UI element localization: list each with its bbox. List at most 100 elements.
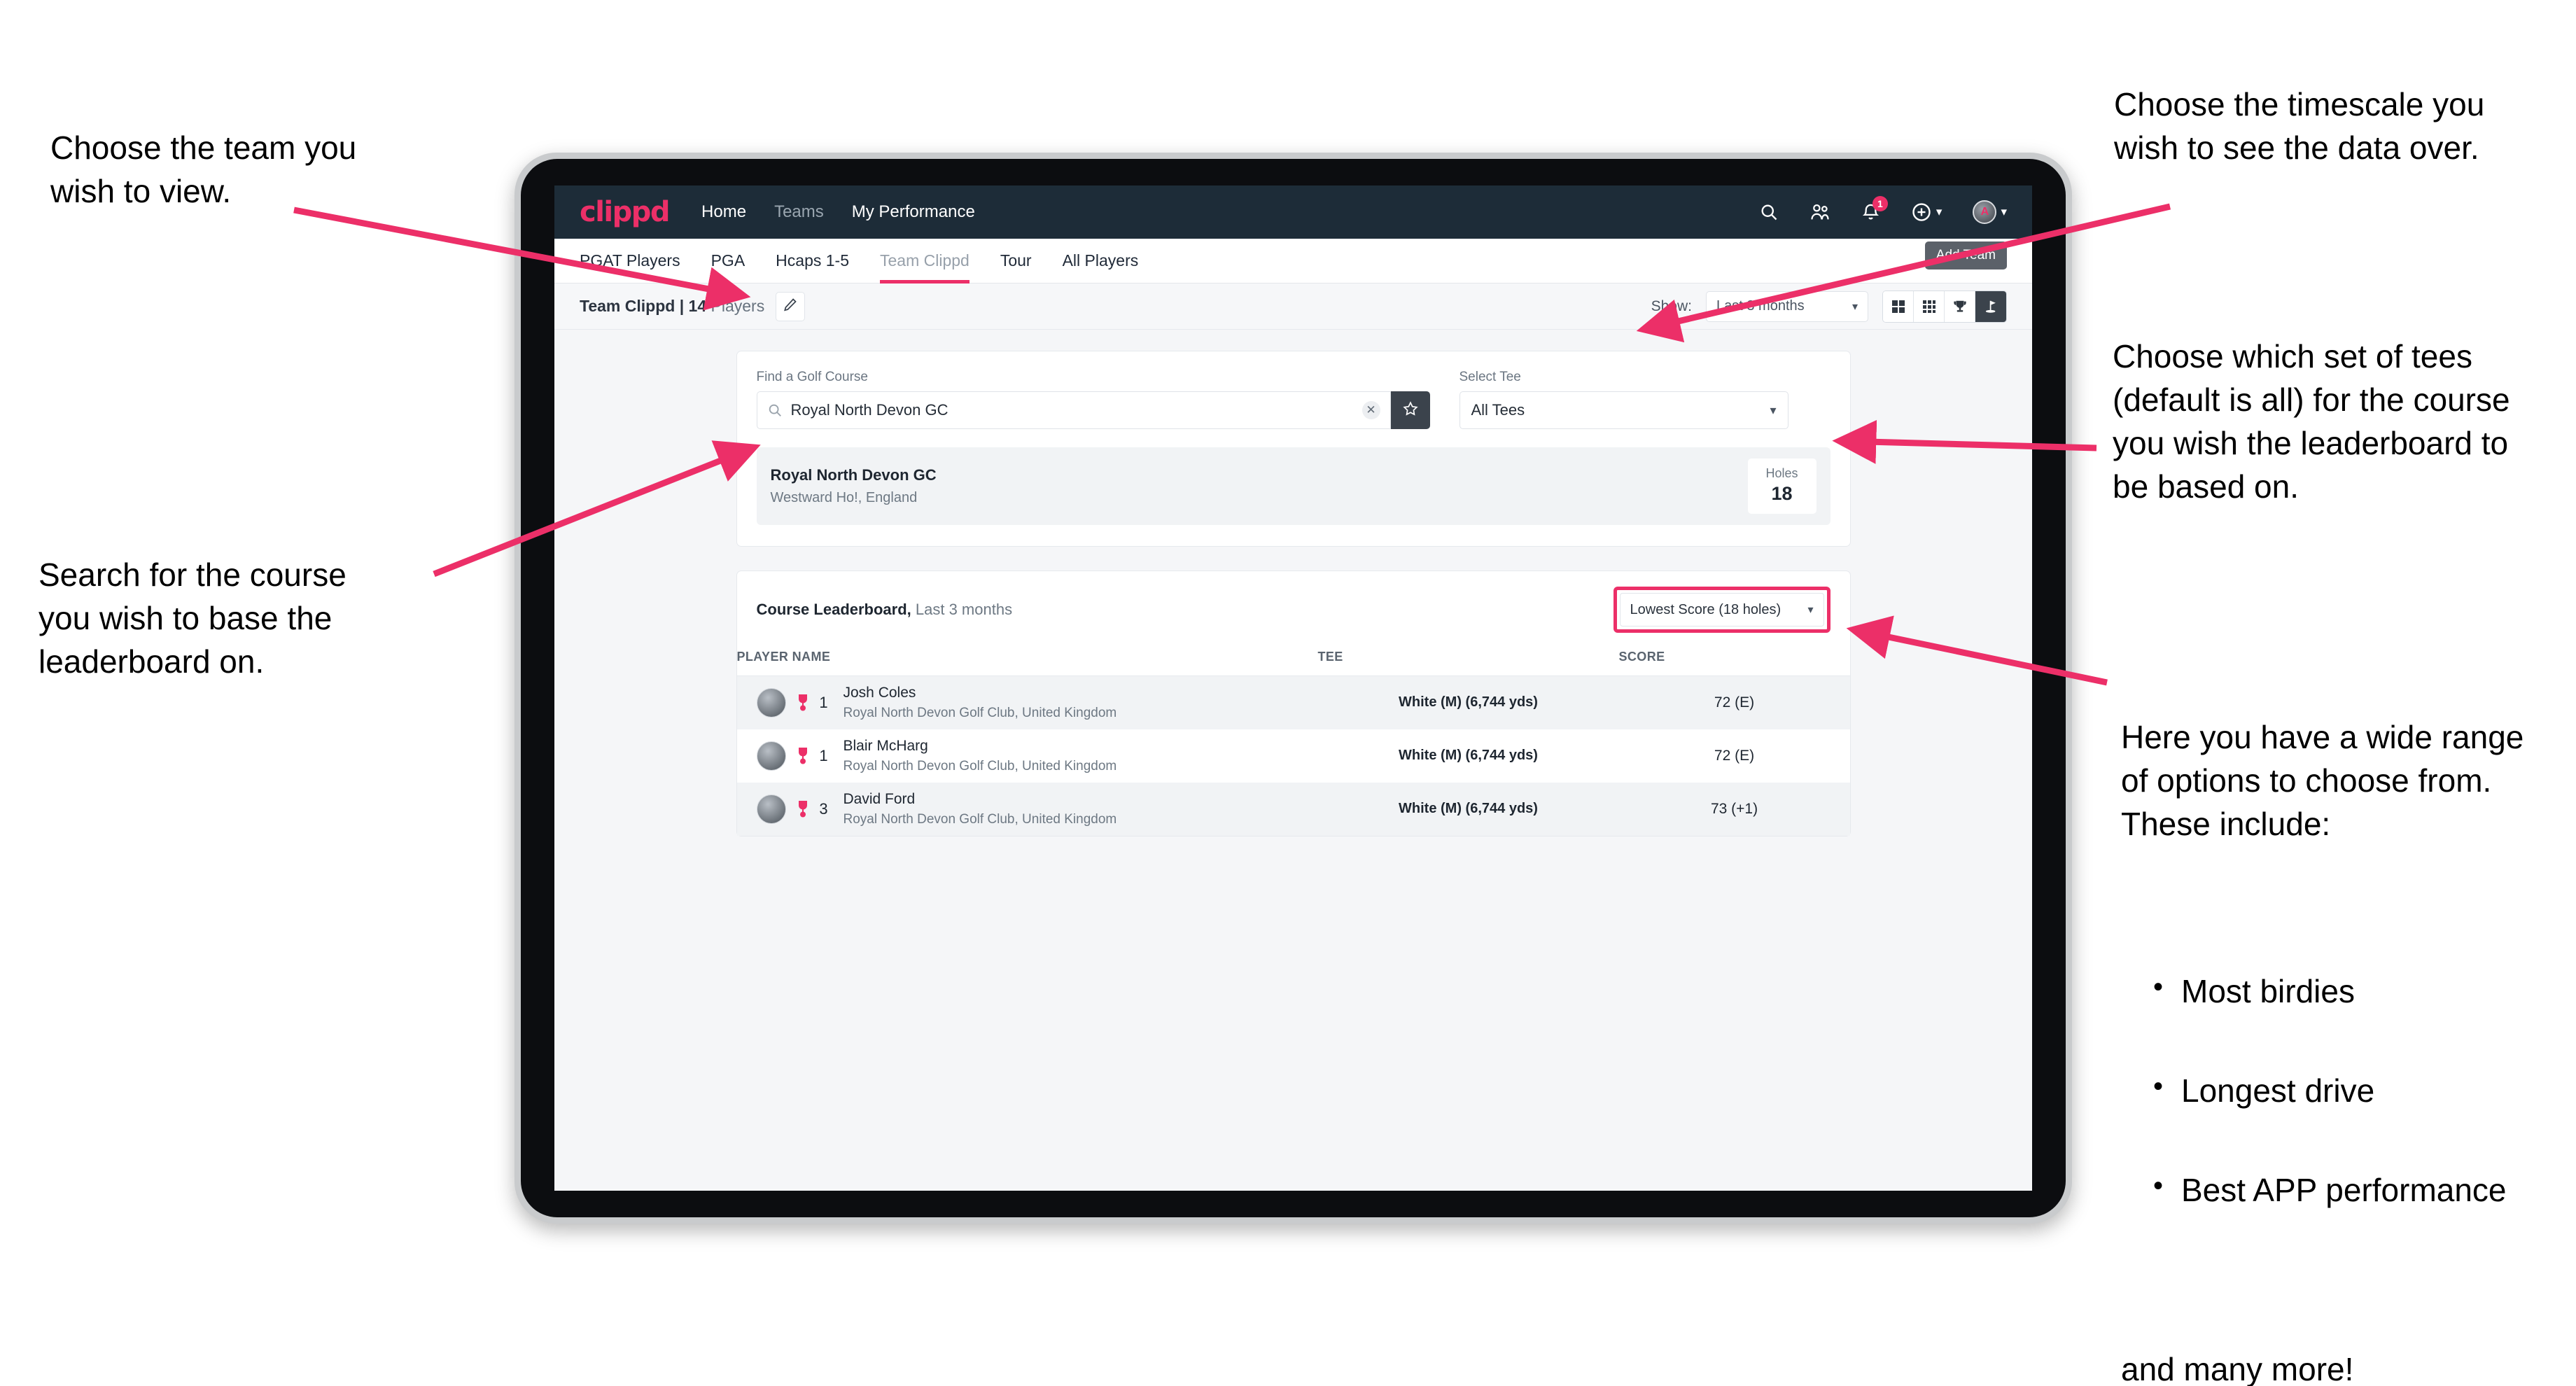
course-leaderboard-card: Course Leaderboard, Last 3 months Lowest… (736, 570, 1851, 836)
page-root: Choose the team you wish to view. Search… (0, 0, 2576, 1386)
select-tee-field: Select Tee All Tees ▾ (1459, 370, 1788, 429)
tab-team-clippd[interactable]: Team Clippd (880, 239, 969, 284)
player-club: Royal North Devon Golf Club, United King… (843, 705, 1117, 720)
tab-pgat-players[interactable]: PGAT Players (580, 239, 680, 284)
chevron-down-icon[interactable]: ▾ (1936, 205, 1942, 219)
find-course-label: Find a Golf Course (756, 370, 868, 384)
star-icon (1402, 400, 1419, 421)
close-icon[interactable]: ✕ (1362, 401, 1380, 419)
list-item: Longest drive (2149, 1068, 2576, 1112)
course-search-input[interactable]: Royal North Devon GC ✕ (756, 391, 1391, 429)
player-name: David Ford (843, 790, 916, 807)
medal-icon (796, 694, 810, 712)
leaderboard-sort-select[interactable]: Lowest Score (18 holes) ▾ (1619, 593, 1824, 626)
player-cell: 1 Blair McHarg Royal North Devon Golf Cl… (737, 729, 1318, 783)
course-result-location: Westward Ho!, England (770, 490, 918, 505)
player-club: Royal North Devon Golf Club, United King… (843, 811, 1117, 827)
bell-icon[interactable]: 1 (1861, 196, 1888, 222)
holes-value: 18 (1771, 483, 1793, 504)
player-cell: 3 David Ford Royal North Devon Golf Club… (737, 783, 1318, 836)
tee-select-value: All Tees (1471, 401, 1525, 419)
team-separator: | (675, 297, 689, 315)
edit-team-button[interactable] (776, 291, 806, 321)
main-content: Find a Golf Course Royal North Devon GC … (554, 330, 2032, 836)
leaderboard-sort-value: Lowest Score (18 holes) (1630, 601, 1782, 617)
player-rank: 1 (819, 746, 828, 764)
people-icon[interactable] (1809, 202, 1830, 222)
player-score: 72 (E) (1714, 747, 1755, 764)
find-course-field: Find a Golf Course Royal North Devon GC … (756, 370, 1430, 429)
column-score: SCORE (1618, 645, 1850, 676)
player-name: Blair McHarg (843, 737, 928, 754)
favourite-star-button[interactable] (1390, 391, 1430, 429)
medal-icon (796, 800, 810, 818)
table-row[interactable]: 3 David Ford Royal North Devon Golf Club… (736, 782, 1850, 836)
add-team-tooltip: Add Team (1924, 241, 2007, 270)
annotation-search-course: Search for the course you wish to base t… (38, 556, 346, 680)
table-row[interactable]: 1 Josh Coles Royal North Devon Golf Club… (736, 676, 1850, 729)
tab-pga[interactable]: PGA (711, 239, 746, 284)
grid-9-icon-button[interactable] (1914, 290, 1945, 322)
player-rank: 3 (819, 799, 828, 818)
tee-select[interactable]: All Tees ▾ (1459, 391, 1788, 429)
annotation-options: Here you have a wide range of options to… (2121, 672, 2576, 1386)
search-fields-row: Find a Golf Course Royal North Devon GC … (756, 370, 1830, 429)
player-club: Royal North Devon Golf Club, United King… (843, 758, 1117, 774)
tablet-device: clippd Home Teams My Performance 1 ▾ A ▾… (514, 153, 2072, 1224)
search-icon[interactable] (1759, 202, 1779, 222)
annotation-choose-tees: Choose which set of tees (default is all… (2113, 338, 2510, 505)
nav-link-my-performance[interactable]: My Performance (852, 202, 975, 222)
flag-icon-button[interactable] (1975, 290, 2006, 322)
main-nav: Home Teams My Performance (701, 202, 975, 222)
tab-hcaps-1-5[interactable]: Hcaps 1-5 (776, 239, 849, 284)
notification-badge: 1 (1872, 196, 1888, 211)
annotation-options-intro: Here you have a wide range of options to… (2121, 719, 2524, 843)
leaderboard-title-sub: Last 3 months (911, 601, 1013, 618)
player-info: Josh Coles Royal North Devon Golf Club, … (844, 685, 1117, 721)
clippd-logo[interactable]: clippd (580, 196, 671, 228)
trophy-icon-button[interactable] (1945, 290, 1975, 322)
player-tee: White (M) (6,744 yds) (1399, 694, 1538, 710)
app-header: clippd Home Teams My Performance 1 ▾ A ▾ (554, 186, 2032, 239)
timescale-select[interactable]: Last 3 months ▾ (1706, 290, 1868, 322)
chevron-down-icon: ▾ (1851, 300, 1858, 313)
annotation-choose-timescale: Choose the timescale you wish to see the… (2114, 86, 2485, 167)
grid-4-icon-button[interactable] (1883, 290, 1914, 322)
list-item: Most birdies (2149, 968, 2576, 1013)
avatar (756, 794, 786, 824)
annotation-choose-team: Choose the team you wish to view. (50, 130, 357, 210)
player-tee: White (M) (6,744 yds) (1399, 801, 1538, 816)
player-info: Blair McHarg Royal North Devon Golf Club… (844, 738, 1117, 774)
course-result-texts: Royal North Devon GC Westward Ho!, Engla… (771, 466, 937, 506)
player-cell: 1 Josh Coles Royal North Devon Golf Club… (737, 676, 1318, 729)
player-tee: White (M) (6,744 yds) (1399, 748, 1538, 763)
leaderboard-thead: PLAYER NAME TEE SCORE (736, 645, 1850, 676)
leaderboard-sort-highlight: Lowest Score (18 holes) ▾ (1613, 587, 1830, 633)
annotation-options-tail: and many more! (2121, 1351, 2354, 1386)
nav-link-teams[interactable]: Teams (774, 202, 824, 222)
annotation-options-list: Most birdies Longest drive Best APP perf… (2149, 925, 2576, 1268)
table-row[interactable]: 1 Blair McHarg Royal North Devon Golf Cl… (737, 729, 1850, 783)
team-tabs-bar: PGAT Players PGA Hcaps 1-5 Team Clippd T… (554, 239, 2032, 284)
avatar: A (1973, 200, 1997, 224)
view-toggle-group (1882, 290, 2007, 323)
player-count: 14 (688, 297, 707, 315)
avatar-menu[interactable]: A ▾ (1973, 200, 2007, 224)
holes-label: Holes (1765, 466, 1798, 480)
leaderboard-title-main: Course Leaderboard, (756, 601, 911, 618)
search-input-wrap: Royal North Devon GC ✕ (756, 391, 1430, 429)
tab-all-players[interactable]: All Players (1063, 239, 1139, 284)
course-result-name: Royal North Devon GC (770, 466, 937, 484)
pencil-icon (783, 297, 798, 316)
tab-tour[interactable]: Tour (1000, 239, 1032, 284)
team-summary: Team Clippd | 14 Players (580, 297, 764, 316)
plus-circle-icon[interactable]: ▾ (1911, 202, 1942, 223)
players-label: Players (706, 297, 765, 315)
nav-link-home[interactable]: Home (701, 202, 746, 222)
app-screen: clippd Home Teams My Performance 1 ▾ A ▾… (554, 186, 2032, 1191)
chevron-down-icon[interactable]: ▾ (2001, 205, 2007, 219)
team-toolbar: Team Clippd | 14 Players Show: Last 3 mo… (554, 284, 2032, 330)
select-tee-label: Select Tee (1459, 370, 1521, 384)
timescale-value: Last 3 months (1716, 298, 1805, 314)
course-result-row[interactable]: Royal North Devon GC Westward Ho!, Engla… (756, 447, 1830, 525)
